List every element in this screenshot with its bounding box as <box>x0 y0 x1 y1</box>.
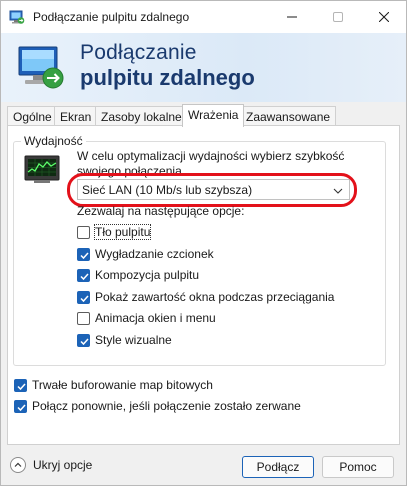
hide-options-label: Ukryj opcje <box>33 458 93 472</box>
checkmark-icon <box>80 272 89 280</box>
hide-options-toggle[interactable]: Ukryj opcje <box>10 457 92 473</box>
chevron-up-icon[interactable] <box>10 457 26 473</box>
close-icon <box>379 12 389 22</box>
option-label: Animacja okien i menu <box>95 311 216 325</box>
performance-description: W celu optymalizacji wydajności wybierz … <box>77 149 345 178</box>
option-font-smoothing[interactable]: Wygładzanie czcionek <box>77 247 214 261</box>
checkbox-checked[interactable] <box>14 399 27 413</box>
tab-experience[interactable]: Wrażenia <box>182 104 245 127</box>
option-label: Pokaż zawartość okna podczas przeciągani… <box>95 290 335 304</box>
checkbox-checked[interactable] <box>77 247 90 261</box>
option-label: Style wizualne <box>95 333 172 347</box>
connection-speed-select[interactable]: Sieć LAN (10 Mb/s lub szybsza) <box>77 179 350 200</box>
option-visual-styles[interactable]: Style wizualne <box>77 333 172 347</box>
allow-options-label: Zezwalaj na następujące opcje: <box>77 204 245 218</box>
tab-display[interactable]: Ekran <box>54 106 98 127</box>
banner-title-line2: pulpitu zdalnego <box>80 65 255 90</box>
minimize-icon <box>287 16 297 18</box>
checkbox-checked[interactable] <box>77 290 90 304</box>
minimize-button[interactable] <box>269 1 315 33</box>
remote-desktop-icon <box>9 9 25 25</box>
connect-button[interactable]: Podłącz <box>242 456 314 478</box>
option-label: Trwałe buforowanie map bitowych <box>32 378 213 392</box>
checkmark-icon <box>80 251 89 259</box>
checkbox-unchecked[interactable] <box>77 225 90 239</box>
checkmark-icon <box>17 382 26 390</box>
remote-desktop-logo-icon <box>17 45 67 91</box>
checkbox-unchecked[interactable] <box>77 311 90 325</box>
option-show-window-contents[interactable]: Pokaż zawartość okna podczas przeciągani… <box>77 290 334 304</box>
checkbox-checked[interactable] <box>77 268 90 282</box>
performance-group-label: Wydajność <box>21 134 86 148</box>
tab-local-resources[interactable]: Zasoby lokalne <box>95 106 188 127</box>
option-reconnect[interactable]: Połącz ponownie, jeśli połączenie został… <box>14 399 301 413</box>
title-bar: Podłączanie pulpitu zdalnego <box>1 1 406 33</box>
option-label: Połącz ponownie, jeśli połączenie został… <box>32 399 301 413</box>
banner-title-line1: Podłączanie <box>80 41 197 64</box>
checkmark-icon <box>80 337 89 345</box>
performance-monitor-icon <box>24 154 62 184</box>
rdp-window: Podłączanie pulpitu zdalnego Podłączanie… <box>0 0 407 486</box>
checkbox-checked[interactable] <box>77 333 90 347</box>
checkbox-checked[interactable] <box>14 378 27 392</box>
option-menu-window-animation[interactable]: Animacja okien i menu <box>77 311 216 325</box>
option-desktop-background[interactable]: Tło pulpitu <box>77 224 152 240</box>
checkmark-icon <box>17 403 26 411</box>
option-label: Wygładzanie czcionek <box>95 247 214 261</box>
option-label: Tło pulpitu <box>93 224 152 240</box>
checkmark-icon <box>80 294 89 302</box>
maximize-button[interactable] <box>315 1 361 33</box>
option-desktop-composition[interactable]: Kompozycja pulpitu <box>77 268 199 282</box>
tab-general[interactable]: Ogólne <box>7 106 58 127</box>
tab-advanced[interactable]: Zaawansowane <box>240 106 337 127</box>
maximize-icon <box>333 12 343 22</box>
chevron-down-icon <box>333 185 343 195</box>
option-label: Kompozycja pulpitu <box>95 268 200 282</box>
close-button[interactable] <box>361 1 407 33</box>
option-bitmap-caching[interactable]: Trwałe buforowanie map bitowych <box>14 378 213 392</box>
window-title: Podłączanie pulpitu zdalnego <box>33 10 190 24</box>
help-button[interactable]: Pomoc <box>322 456 394 478</box>
header-banner: Podłączanie pulpitu zdalnego <box>1 33 406 102</box>
connection-speed-value: Sieć LAN (10 Mb/s lub szybsza) <box>82 183 253 197</box>
